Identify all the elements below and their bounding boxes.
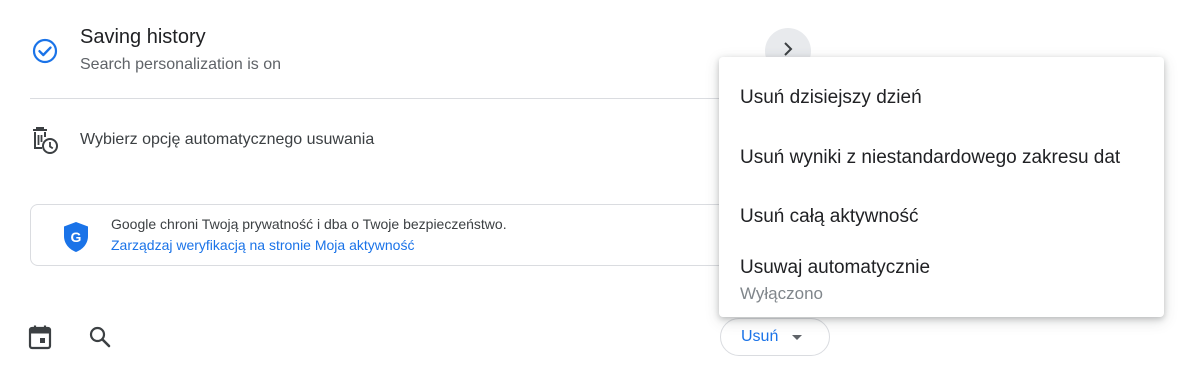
- menu-item-label: Usuń całą aktywność: [740, 206, 919, 227]
- caret-down-icon: [792, 328, 803, 346]
- privacy-card: [30, 204, 770, 266]
- check-circle-icon: [32, 38, 58, 64]
- calendar-icon[interactable]: [27, 324, 53, 350]
- menu-item-auto-delete[interactable]: Usuwaj automatycznie Wyłączono: [719, 237, 1164, 317]
- history-title: Saving history: [80, 26, 206, 48]
- svg-text:G: G: [71, 229, 82, 245]
- auto-delete-icon[interactable]: [30, 126, 60, 156]
- menu-item-label: Usuń wyniki z niestandardowego zakresu d…: [740, 147, 1121, 168]
- privacy-text: Google chroni Twoją prywatność i dba o T…: [111, 216, 507, 232]
- divider: [30, 98, 730, 99]
- delete-menu: Usuń dzisiejszy dzień Usuń wyniki z nies…: [719, 57, 1164, 317]
- auto-delete-label[interactable]: Wybierz opcję automatycznego usuwania: [80, 131, 374, 149]
- my-activity-verification-link[interactable]: Zarządzaj weryfikacją na stronie Moja ak…: [111, 237, 414, 253]
- menu-item-label: Usuwaj automatycznie: [740, 257, 931, 278]
- menu-item-delete-custom-range[interactable]: Usuń wyniki z niestandardowego zakresu d…: [719, 117, 1164, 177]
- google-shield-icon: G: [62, 221, 90, 253]
- menu-item-status: Wyłączono: [740, 284, 823, 303]
- search-icon[interactable]: [87, 324, 113, 350]
- history-subtitle: Search personalization is on: [80, 56, 282, 73]
- delete-button-label: Usuń: [741, 328, 779, 345]
- delete-dropdown-button[interactable]: Usuń: [720, 318, 830, 356]
- menu-item-delete-today[interactable]: Usuń dzisiejszy dzień: [719, 57, 1164, 117]
- menu-item-label: Usuń dzisiejszy dzień: [740, 87, 922, 108]
- menu-item-delete-all[interactable]: Usuń całą aktywność: [719, 177, 1164, 237]
